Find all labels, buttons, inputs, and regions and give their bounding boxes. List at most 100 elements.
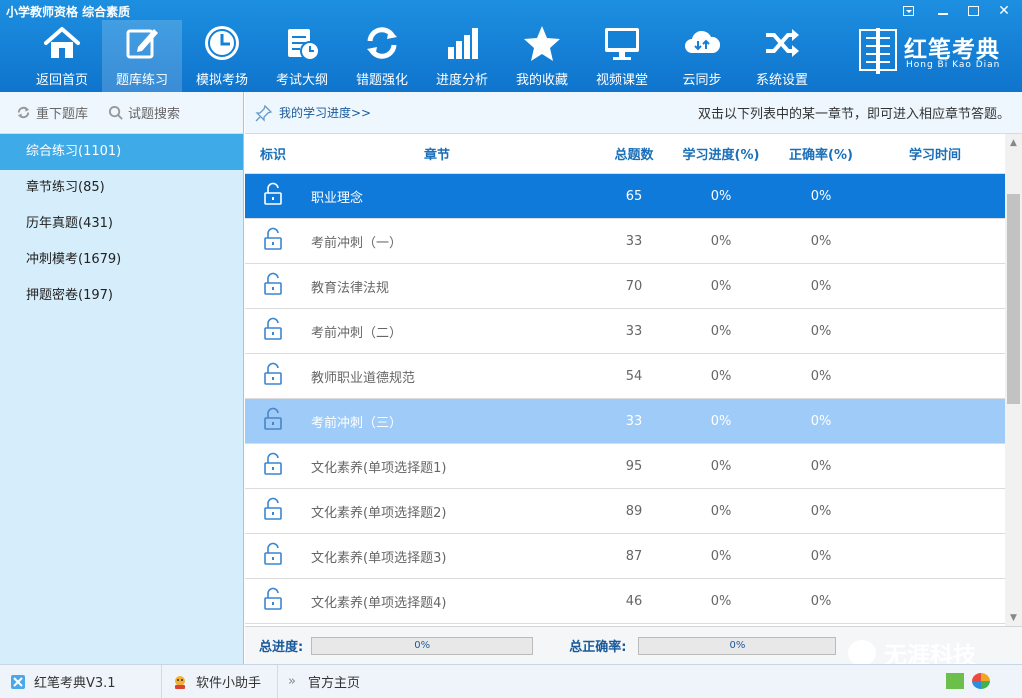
row-mark — [245, 452, 301, 480]
unlock-icon — [264, 407, 282, 430]
row-mark — [245, 362, 301, 390]
minimize-button[interactable] — [932, 3, 954, 19]
unlock-icon — [264, 272, 282, 295]
table-row[interactable]: 教育法律法规 70 0% 0% — [245, 264, 1005, 309]
row-total: 33 — [625, 323, 643, 339]
app-icon — [11, 674, 25, 689]
row-chapter: 教师职业道德规范 — [311, 370, 416, 386]
unlock-icon — [264, 227, 282, 250]
homepage-link[interactable]: » 官方主页 — [278, 665, 370, 698]
clock-icon — [205, 26, 239, 60]
row-total: 95 — [625, 458, 643, 474]
wechat-icon — [848, 640, 876, 666]
row-mark — [245, 317, 301, 345]
row-mark — [245, 272, 301, 300]
toolbar-settings[interactable]: 系统设置 — [742, 20, 822, 92]
col-chapter-header: 章节 — [423, 148, 450, 163]
table-row[interactable]: 职业理念 65 0% 0% — [245, 174, 1005, 219]
toolbar-practice-label: 题库练习 — [115, 73, 168, 88]
table-row[interactable]: 教师职业道德规范 54 0% 0% — [245, 354, 1005, 399]
row-rate: 0% — [810, 593, 832, 609]
toolbar-analysis[interactable]: 进度分析 — [422, 20, 502, 92]
maximize-icon — [967, 6, 979, 16]
home-icon — [44, 27, 80, 58]
my-progress-link[interactable]: 我的学习进度>> — [255, 104, 371, 122]
toolbar-settings-label: 系统设置 — [755, 73, 808, 88]
col-time-header: 学习时间 — [908, 148, 961, 163]
unlock-icon — [264, 587, 282, 610]
toolbar-home-label: 返回首页 — [35, 73, 88, 88]
sidebar-item-sprint[interactable]: 冲刺模考(1679) — [0, 242, 243, 278]
tray-app-icon[interactable] — [972, 673, 990, 689]
col-progress-header: 学习进度(%) — [682, 148, 760, 163]
search-questions-button[interactable]: 试题搜索 — [108, 103, 180, 122]
content-header: 我的学习进度>> 双击以下列表中的某一章节，即可进入相应章节答题。 — [245, 92, 1022, 134]
toolbar-video-label: 视频课堂 — [595, 73, 648, 88]
col-mark-header: 标识 — [259, 148, 286, 163]
row-progress: 0% — [710, 278, 732, 294]
helper-button[interactable]: 软件小助手 — [162, 664, 278, 698]
row-chapter: 文化素养(单项选择题2) — [311, 505, 447, 521]
search-questions-label: 试题搜索 — [128, 107, 181, 122]
table-row[interactable]: 文化素养(单项选择题3) 87 0% 0% — [245, 534, 1005, 579]
toolbar-cloud[interactable]: 云同步 — [662, 20, 742, 92]
row-progress: 0% — [710, 323, 732, 339]
toolbar-mistakes[interactable]: 错题强化 — [342, 20, 422, 92]
main-content: 我的学习进度>> 双击以下列表中的某一章节，即可进入相应章节答题。 标识 章节 … — [245, 92, 1022, 664]
unlock-icon — [264, 317, 282, 340]
scroll-up-arrow-icon[interactable]: ▲ — [1005, 134, 1022, 151]
row-mark — [245, 587, 301, 615]
toolbar-exam[interactable]: 模拟考场 — [182, 20, 262, 92]
row-mark — [245, 227, 301, 255]
row-chapter: 考前冲刺（一） — [311, 235, 403, 251]
toolbar-home[interactable]: 返回首页 — [22, 20, 102, 92]
toolbar-analysis-label: 进度分析 — [435, 73, 488, 88]
my-progress-title: 我的学习进度>> — [279, 106, 372, 120]
pin-icon — [255, 104, 273, 122]
table-row[interactable]: 考前冲刺（三） 33 0% 0% — [245, 399, 1005, 444]
maximize-button[interactable] — [962, 3, 984, 19]
reload-bank-button[interactable]: 重下题库 — [16, 103, 88, 122]
row-progress: 0% — [710, 593, 732, 609]
close-button[interactable]: ✕ — [993, 3, 1015, 19]
menu-button[interactable] — [897, 3, 919, 19]
scroll-thumb[interactable] — [1007, 194, 1020, 404]
toolbar-favorites[interactable]: 我的收藏 — [502, 20, 582, 92]
sidebar-item-chapter[interactable]: 章节练习(85) — [0, 170, 243, 206]
col-total-header: 总题数 — [614, 148, 654, 163]
stats-tray-icon[interactable] — [946, 673, 964, 689]
row-total: 33 — [625, 413, 643, 429]
table-scrollbar[interactable]: ▲ ▼ — [1005, 134, 1022, 626]
minimize-icon — [938, 13, 948, 15]
sidebar-item-past-exams[interactable]: 历年真题(431) — [0, 206, 243, 242]
row-rate: 0% — [810, 413, 832, 429]
row-total: 65 — [625, 188, 643, 204]
row-rate: 0% — [810, 278, 832, 294]
toolbar-practice[interactable]: 题库练习 — [102, 20, 182, 92]
sidebar-item-comprehensive[interactable]: 综合练习(1101) — [0, 134, 243, 170]
helper-icon — [175, 675, 185, 689]
row-chapter: 考前冲刺（二） — [311, 325, 403, 341]
table-row[interactable]: 考前冲刺（二） 33 0% 0% — [245, 309, 1005, 354]
row-progress: 0% — [710, 458, 732, 474]
row-chapter: 职业理念 — [311, 190, 364, 206]
row-rate: 0% — [810, 368, 832, 384]
row-total: 89 — [625, 503, 643, 519]
row-total: 87 — [625, 548, 643, 564]
table-row[interactable]: 文化素养(单项选择题1) 95 0% 0% — [245, 444, 1005, 489]
monitor-icon — [605, 28, 639, 60]
row-rate: 0% — [810, 323, 832, 339]
scroll-down-arrow-icon[interactable]: ▼ — [1005, 609, 1022, 626]
row-rate: 0% — [810, 188, 832, 204]
toolbar-video[interactable]: 视频课堂 — [582, 20, 662, 92]
table-row[interactable]: 文化素养(单项选择题4) 46 0% 0% — [245, 579, 1005, 624]
table-row[interactable]: 文化素养(单项选择题2) 89 0% 0% — [245, 489, 1005, 534]
close-icon: ✕ — [998, 3, 1010, 19]
row-rate: 0% — [810, 503, 832, 519]
sidebar-item-predicted[interactable]: 押题密卷(197) — [0, 278, 243, 314]
toolbar-syllabus[interactable]: 考试大纲 — [262, 20, 342, 92]
col-rate-header: 正确率(%) — [789, 148, 853, 163]
table-row[interactable]: 考前冲刺（一） 33 0% 0% — [245, 219, 1005, 264]
reload-icon — [17, 106, 30, 119]
search-icon — [108, 105, 123, 120]
